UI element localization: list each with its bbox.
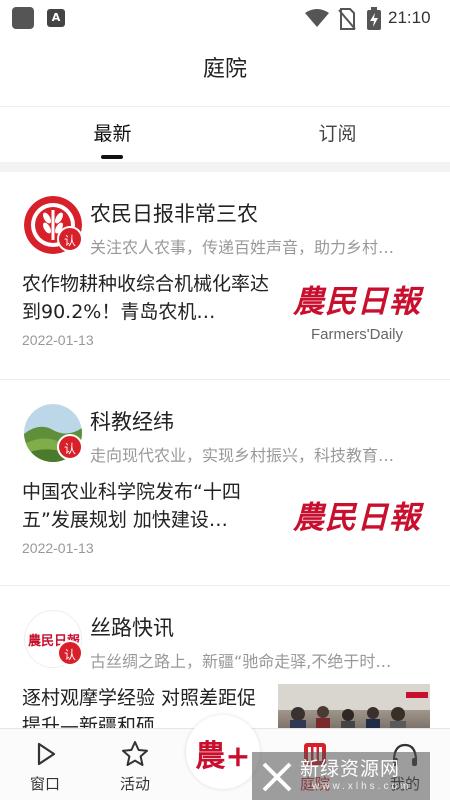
source-name[interactable]: 科教经纬 <box>90 406 174 436</box>
center-logo-icon: 農+ <box>195 739 251 774</box>
article-thumbnail[interactable]: 農民日報 <box>284 478 430 570</box>
watermark: 新绿资源网 www.xlhs.com <box>252 752 430 800</box>
status-bar: A 21:10 <box>0 0 450 36</box>
nav-activity[interactable]: 活动 <box>90 729 180 800</box>
feed-list[interactable]: 认证 农民日报非常三农 关注农人农事，传递百姓声音，助力乡村… 农作物耕种收综合… <box>0 172 450 728</box>
crowd-photo-icon <box>278 684 430 728</box>
feed-card[interactable]: 认证 科教经纬 走向现代农业，实现乡村振兴，科技教育… 中国农业科学院发布“十四… <box>0 380 450 586</box>
verified-badge: 认证 <box>57 434 83 482</box>
newspaper-logo-text: 農民日報 <box>293 500 421 536</box>
nav-label: 活动 <box>119 775 150 793</box>
article-date: 2022-01-13 <box>22 332 94 348</box>
source-name[interactable]: 丝路快讯 <box>90 612 174 642</box>
status-time: 21:10 <box>388 8 431 27</box>
app-badge-icon: A <box>47 9 65 27</box>
page-title: 庭院 <box>202 57 247 82</box>
star-icon <box>122 741 148 766</box>
play-icon <box>37 742 56 766</box>
article-date: 2022-01-13 <box>22 540 94 556</box>
divider <box>0 162 450 172</box>
watermark-logo-icon <box>262 762 292 792</box>
newspaper-subtitle: Farmers'Daily <box>310 326 404 343</box>
battery-charging-icon <box>367 7 381 30</box>
feed-card[interactable]: 认证 农民日报非常三农 关注农人农事，传递百姓声音，助力乡村… 农作物耕种收综合… <box>0 172 450 380</box>
article-title[interactable]: 中国农业科学院发布“十四五”发展规划 加快建设… <box>22 478 272 534</box>
no-sim-icon <box>338 8 356 30</box>
tab-bar: 最新 订阅 <box>0 106 450 162</box>
newspaper-logo-text: 農民日報 <box>293 284 421 320</box>
article-title[interactable]: 农作物耕种收综合机械化率达到90.2%！青岛农机… <box>22 270 272 326</box>
verified-badge: 认证 <box>57 226 83 274</box>
feed-card[interactable]: 農民日報 认证 丝路快讯 古丝绸之路上，新疆“驰命走驿,不绝于时… 逐村观摩学经… <box>0 586 450 728</box>
page-header: 庭院 <box>0 36 450 106</box>
watermark-text: 新绿资源网 <box>300 758 401 780</box>
article-thumbnail[interactable]: 農民日報 Farmers'Daily <box>284 270 430 362</box>
verified-badge: 认证 <box>57 640 83 688</box>
active-tab-indicator <box>101 155 123 159</box>
watermark-url: www.xlhs.com <box>312 781 412 792</box>
source-description: 关注农人农事，传递百姓声音，助力乡村… <box>90 238 395 257</box>
source-description: 走向现代农业，实现乡村振兴，科技教育… <box>90 446 395 465</box>
app-icon <box>12 7 34 29</box>
source-name[interactable]: 农民日报非常三农 <box>90 198 258 228</box>
tab-subscribe[interactable]: 订阅 <box>225 107 450 163</box>
nav-label: 窗口 <box>29 775 60 793</box>
center-logo-button[interactable]: 農+ <box>186 715 260 789</box>
source-description: 古丝绸之路上，新疆“驰命走驿,不绝于时… <box>90 652 392 671</box>
wifi-icon <box>305 9 329 27</box>
nav-window[interactable]: 窗口 <box>0 729 90 800</box>
article-thumbnail[interactable] <box>278 684 430 728</box>
